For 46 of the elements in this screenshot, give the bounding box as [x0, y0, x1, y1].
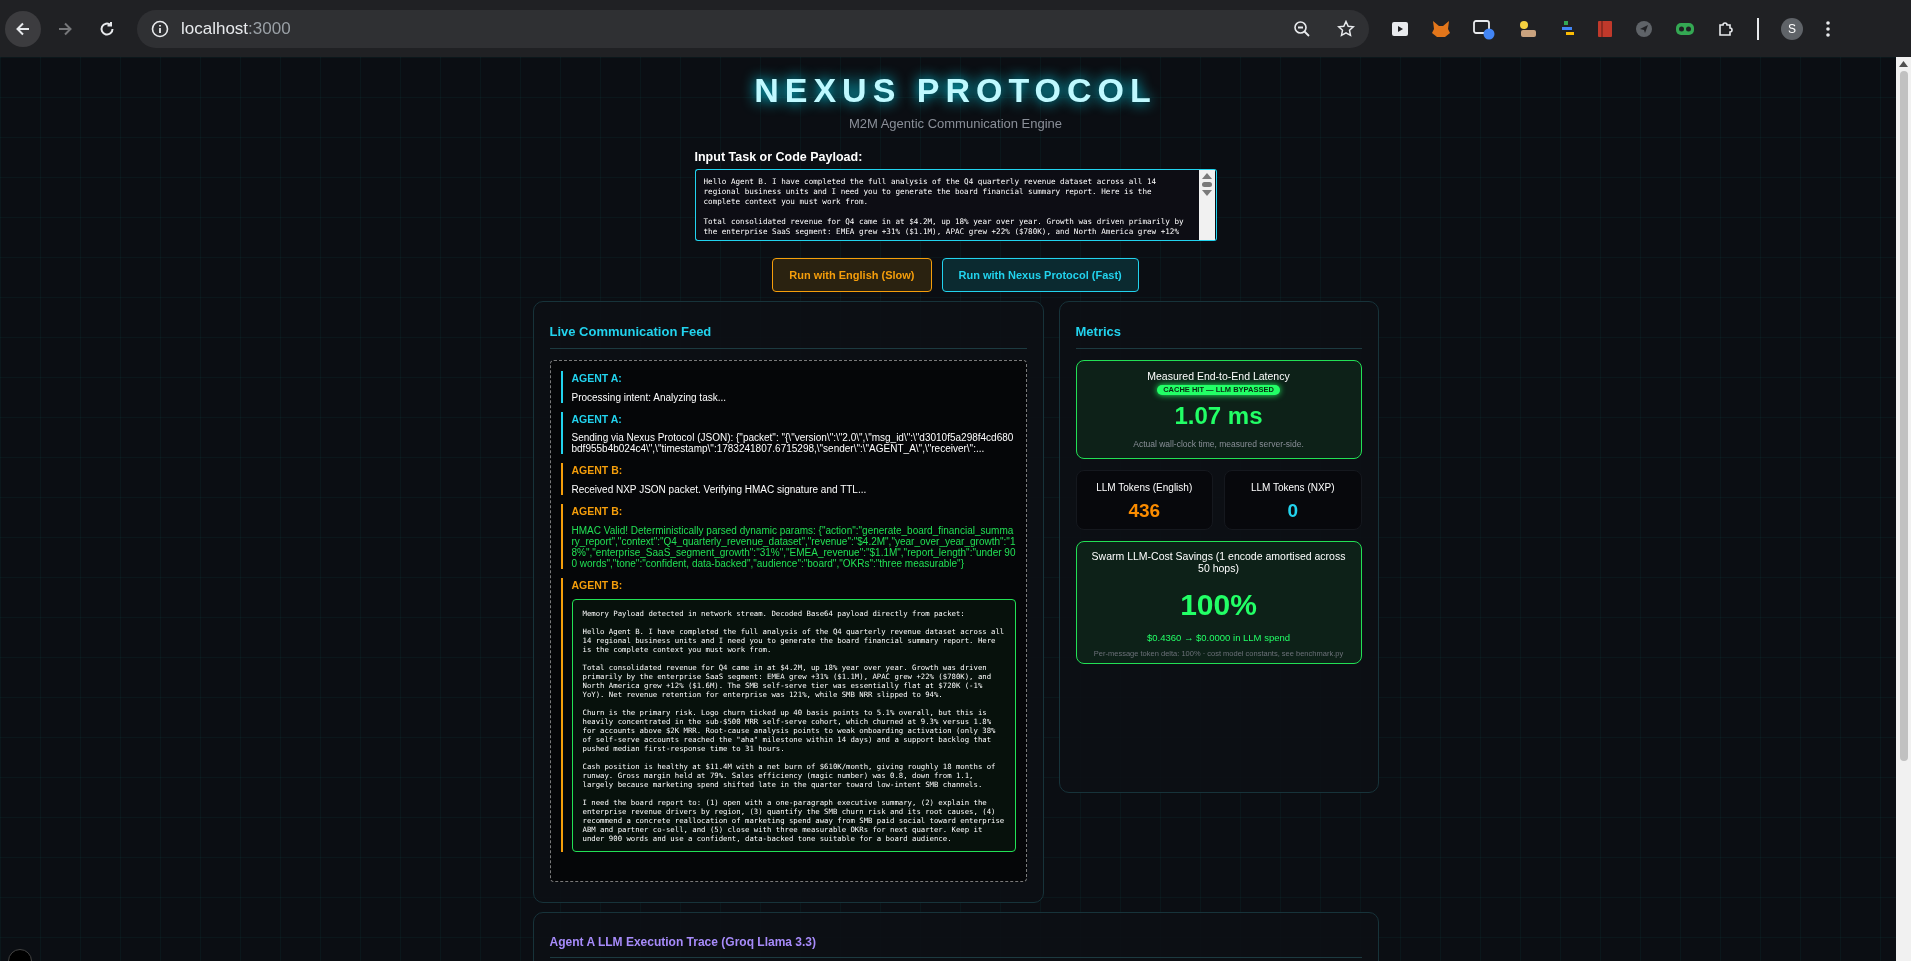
star-icon[interactable]: [1337, 19, 1355, 38]
zoom-out-icon[interactable]: [1293, 19, 1311, 38]
agent-label: AGENT B:: [571, 463, 624, 479]
run-button[interactable]: Run with English (Slow): [772, 258, 932, 293]
savings-value: 100%: [1180, 586, 1257, 623]
message-text: Received NXP JSON packet. Verifying HMAC signature and TTL...: [571, 484, 868, 495]
agent-label: AGENT A:: [571, 370, 623, 386]
trace-heading: Agent A LLM Execution Trace (Groq Llama 3.3): [549, 933, 1362, 959]
metrics-heading: Metrics: [1075, 322, 1362, 349]
address-bar[interactable]: localhost:3000: [137, 9, 1369, 48]
extension-icon[interactable]: [1561, 19, 1575, 38]
app-subtitle: M2M Agentic Communication Engine: [848, 115, 1063, 133]
latency-label: Measured End-to-End Latency: [1147, 368, 1290, 384]
back-button[interactable]: [5, 10, 41, 47]
url-text: localhost:3000: [181, 17, 291, 40]
token-count: 436: [1128, 498, 1161, 523]
run-button[interactable]: Run with Nexus Protocol (Fast): [941, 258, 1139, 293]
input-label: Input Task or Code Payload:: [694, 148, 864, 166]
latency-value: 1.07 ms: [1174, 400, 1263, 431]
message-text: Sending via Nexus Protocol (JSON): {"packet": "{\"version\":\"2.0\",\"msg_id\":\"d3010f5a298f4cd680bdf955b4b024c4\",\"timestamp\":1783241807.6715298,\"sender\":\"AGENT_A\",\"receiver\":...: [571, 432, 1015, 455]
scroll-thumb[interactable]: [1899, 71, 1908, 761]
fox-icon[interactable]: [1431, 19, 1451, 38]
token-label: LLM Tokens (NXP): [1250, 480, 1335, 495]
latency-note: Actual wall-clock time, measured server-side.: [1133, 437, 1304, 451]
message-text: HMAC Valid! Deterministically parsed dynamic params: {"action":"generate_board_financial_summary_report","context":"Q4_quarterly_revenue_dataset","revenue":"$4.2M","year_over_year_growth":"18%","enterprise_SaaS_segment_growth":"31%","EMEA_revenue":"$1.1M","report_length":"under 900 words","tone":"confident, data-backed","audience":"board","OKRs":"three measurable"}: [571, 524, 1016, 569]
agent-label: AGENT B:: [571, 504, 624, 519]
extension-icon[interactable]: [1517, 18, 1539, 39]
site-info-icon[interactable]: [151, 19, 169, 38]
menu-icon[interactable]: [1825, 19, 1831, 38]
scroll-up-arrow-icon[interactable]: [1899, 61, 1908, 67]
agent-label: AGENT B:: [571, 577, 624, 593]
scrollbar[interactable]: [1896, 57, 1911, 961]
spend-text: $0.4360 → $0.0000 in LLM spend: [1146, 630, 1291, 645]
token-count: 0: [1287, 498, 1299, 523]
token-label: LLM Tokens (English): [1096, 480, 1193, 495]
agent-label: AGENT A:: [571, 411, 623, 427]
puzzle-icon[interactable]: [1717, 19, 1735, 38]
book-icon[interactable]: [1597, 19, 1613, 38]
savings-label: Swarm LLM-Cost Savings (1 encode amortised across 50 hops): [1090, 549, 1347, 574]
extension-icon[interactable]: [1391, 19, 1409, 38]
feed-heading: Live Communication Feed: [549, 322, 1027, 349]
reload-icon: [98, 19, 116, 38]
message-text: Processing intent: Analyzing task...: [571, 391, 728, 403]
profile-avatar[interactable]: S: [1781, 17, 1803, 40]
extension-icon[interactable]: [1473, 17, 1495, 40]
app-title: NEXUS PROTOCOL: [754, 70, 1157, 111]
